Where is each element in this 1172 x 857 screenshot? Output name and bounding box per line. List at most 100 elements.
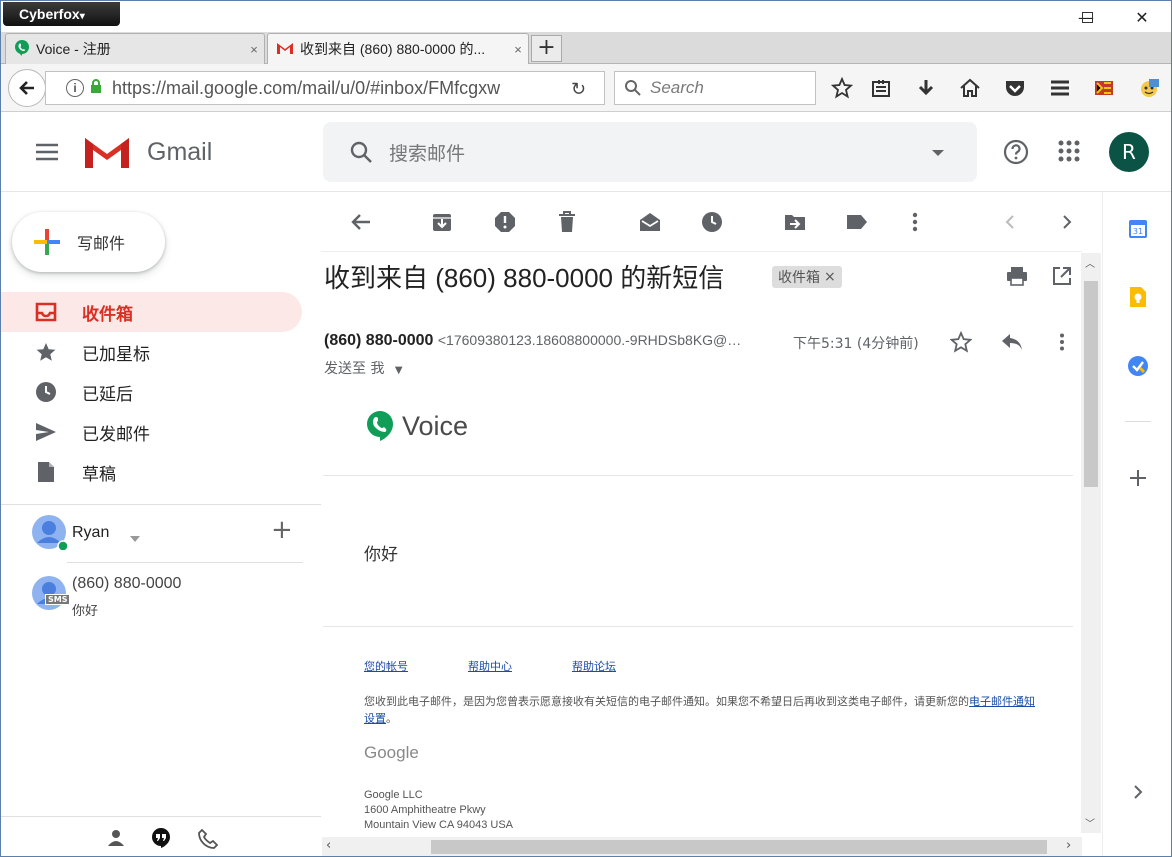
url-bar[interactable]: i https://mail.google.com/mail/u/0/#inbo… <box>45 71 605 105</box>
help-forum-link[interactable]: 帮助论坛 <box>572 658 616 674</box>
tab-gmail[interactable]: 收到来自 (860) 880-0000 的... × <box>267 33 529 64</box>
label-icon[interactable] <box>845 210 869 234</box>
vertical-scroll-thumb[interactable] <box>1084 281 1098 487</box>
hangouts-icon[interactable] <box>151 827 171 853</box>
new-conversation-button[interactable]: + <box>271 515 293 545</box>
scroll-up-icon[interactable]: ︿ <box>1085 255 1095 270</box>
search-icon <box>625 80 641 96</box>
scroll-left-icon[interactable]: ‹ <box>326 838 331 853</box>
reply-icon[interactable] <box>1001 333 1023 355</box>
search-icon[interactable] <box>349 140 373 164</box>
recipient-dropdown-icon[interactable]: ▼ <box>395 365 403 376</box>
inbox-label-chip[interactable]: 收件箱 × <box>772 266 842 288</box>
snooze-icon[interactable] <box>700 210 724 234</box>
phone-icon[interactable] <box>198 828 219 853</box>
compose-button[interactable]: 写邮件 <box>12 212 165 272</box>
expand-panel-chevron-icon[interactable] <box>1126 780 1150 804</box>
hangouts-user-name[interactable]: Ryan <box>72 524 109 542</box>
tasks-icon[interactable] <box>1126 354 1150 378</box>
contacts-icon[interactable] <box>107 829 125 851</box>
nav-snoozed[interactable]: 已延后 <box>1 372 302 412</box>
nav-inbox[interactable]: 收件箱 <box>1 292 302 332</box>
nav-label: 已延后 <box>82 384 133 405</box>
recipient-text: 发送至 我 <box>324 361 385 377</box>
print-icon[interactable] <box>1006 266 1028 290</box>
message-view: 收到来自 (860) 880-0000 的新短信 收件箱 × (860) 880… <box>321 192 1102 856</box>
sms-badge: SMS <box>45 594 71 605</box>
gmail-logo[interactable]: Gmail <box>84 134 212 170</box>
conversation-item[interactable]: SMS (860) 880-0000 你好 <box>1 565 321 621</box>
vertical-scrollbar[interactable]: ︿ ﹀ <box>1081 253 1101 833</box>
back-to-inbox-icon[interactable] <box>349 210 373 234</box>
bookmark-star-icon[interactable] <box>830 76 854 100</box>
help-icon[interactable] <box>1003 139 1029 169</box>
voice-logo: Voice <box>366 410 468 442</box>
message-toolbar <box>321 192 1082 252</box>
nav-sent[interactable]: 已发邮件 <box>1 412 302 452</box>
browser-search-box[interactable]: Search <box>614 71 816 105</box>
open-new-window-icon[interactable] <box>1052 266 1072 290</box>
newer-chevron-icon[interactable] <box>998 210 1022 234</box>
more-options-icon[interactable] <box>903 210 927 234</box>
sms-contact-avatar: SMS <box>31 575 71 611</box>
account-avatar[interactable]: R <box>1109 132 1149 172</box>
apps-grid-icon[interactable] <box>1058 140 1080 166</box>
recipient-details[interactable]: 发送至 我 ▼ <box>324 358 403 378</box>
reading-list-icon[interactable] <box>869 76 893 100</box>
svg-text:31: 31 <box>1133 227 1143 236</box>
tab-voice[interactable]: Voice - 注册 × <box>5 33 265 64</box>
search-options-icon[interactable] <box>931 149 945 157</box>
info-icon[interactable]: i <box>66 79 84 97</box>
nav-drafts[interactable]: 草稿 <box>1 452 302 492</box>
horizontal-scroll-thumb[interactable] <box>431 840 1047 854</box>
hangouts-user-avatar[interactable] <box>31 514 69 552</box>
app-menu-button[interactable]: Cyberfox▾ <box>3 2 120 26</box>
nav-starred[interactable]: 已加星标 <box>1 332 302 372</box>
mail-search-bar[interactable]: 搜索邮件 <box>323 122 977 182</box>
scroll-right-icon[interactable]: › <box>1066 838 1071 853</box>
menu-icon[interactable] <box>1048 76 1072 100</box>
home-icon[interactable] <box>958 76 982 100</box>
remove-label-icon[interactable]: × <box>824 269 836 285</box>
move-to-icon[interactable] <box>783 210 807 234</box>
status-dropdown-icon[interactable] <box>130 527 140 546</box>
extension-avatar-icon[interactable] <box>1137 76 1161 100</box>
clock-icon <box>34 380 58 404</box>
nav-label: 已加星标 <box>82 344 150 365</box>
add-addon-icon[interactable] <box>1126 466 1150 490</box>
horizontal-scrollbar[interactable]: ‹ › <box>322 837 1082 856</box>
help-center-link[interactable]: 帮助中心 <box>468 658 512 674</box>
older-chevron-icon[interactable] <box>1055 210 1079 234</box>
archive-icon[interactable] <box>430 210 454 234</box>
google-voice-icon <box>14 39 30 59</box>
scroll-down-icon[interactable]: ﹀ <box>1085 815 1095 830</box>
mark-unread-icon[interactable] <box>638 210 662 234</box>
google-voice-icon <box>367 411 393 441</box>
main-menu-icon[interactable] <box>35 142 59 166</box>
delete-icon[interactable] <box>555 210 579 234</box>
keep-icon[interactable] <box>1126 285 1150 309</box>
star-icon <box>34 340 58 364</box>
back-button[interactable] <box>8 69 46 107</box>
star-message-icon[interactable] <box>949 330 973 357</box>
close-tab-icon[interactable]: × <box>508 42 528 57</box>
download-icon[interactable] <box>914 76 938 100</box>
your-account-link[interactable]: 您的帐号 <box>364 658 408 674</box>
send-icon <box>34 420 58 444</box>
pocket-icon[interactable] <box>1003 76 1027 100</box>
url-text: https://mail.google.com/mail/u/0/#inbox/… <box>112 77 501 98</box>
sender-name[interactable]: (860) 880-0000 <box>324 332 433 349</box>
reload-icon[interactable]: ↻ <box>571 79 586 100</box>
voice-logo-text: Voice <box>402 410 469 441</box>
google-logo: Google <box>364 743 419 762</box>
message-more-icon[interactable] <box>1059 333 1065 355</box>
nav-label: 已发邮件 <box>82 424 150 445</box>
close-window-button[interactable]: ✕ <box>1119 1 1165 33</box>
new-tab-button[interactable]: + <box>531 35 562 62</box>
address-line: Mountain View CA 94043 USA <box>364 819 513 831</box>
close-tab-icon[interactable]: × <box>244 42 264 57</box>
notice-text: 您收到此电子邮件，是因为您曾表示愿意接收有关短信的电子邮件通知。如果您不希望日后… <box>364 696 969 708</box>
extension-flag-icon[interactable] <box>1092 76 1116 100</box>
calendar-icon[interactable]: 31 <box>1126 216 1150 240</box>
report-spam-icon[interactable] <box>493 210 517 234</box>
